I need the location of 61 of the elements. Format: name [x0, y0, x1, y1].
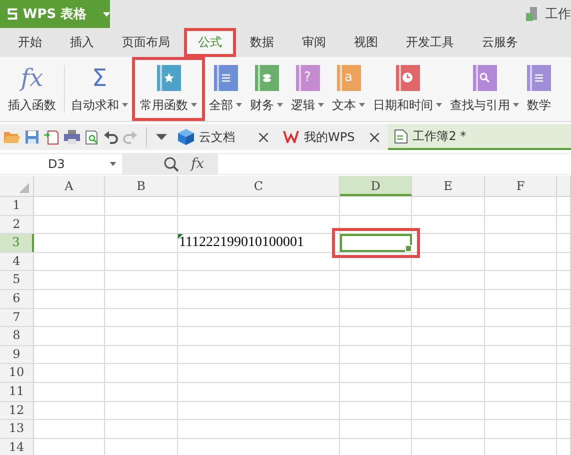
ribbon-tab[interactable]: 开发工具: [392, 28, 468, 57]
undo-icon[interactable]: [104, 130, 118, 144]
w-logo-icon: [283, 131, 299, 143]
ribbon-button[interactable]: a 文本: [328, 57, 369, 121]
book-icon: ?: [296, 64, 320, 90]
column-header[interactable]: B: [105, 176, 178, 196]
cube-icon: [178, 129, 194, 145]
ribbon-tab[interactable]: 页面布局: [108, 28, 184, 57]
ribbon-tab[interactable]: 云服务: [468, 28, 532, 57]
row-header[interactable]: 14: [0, 438, 34, 455]
name-box[interactable]: D3: [0, 154, 122, 174]
ribbon-button[interactable]: 全部: [205, 57, 246, 121]
app-name: WPS 表格: [22, 6, 87, 23]
selected-cell[interactable]: [340, 234, 412, 252]
ribbon-tab[interactable]: 数据: [236, 28, 288, 57]
ribbon-tab[interactable]: 开始: [4, 28, 56, 57]
row-header[interactable]: 7: [0, 308, 34, 326]
function-icon: Σ: [92, 64, 108, 90]
print-preview-icon[interactable]: [85, 130, 99, 144]
ribbon-button[interactable]: 数学: [523, 57, 555, 121]
search-icon[interactable]: [164, 156, 179, 172]
caret-icon: [102, 12, 110, 16]
row-header[interactable]: 6: [0, 290, 34, 308]
column-header[interactable]: A: [34, 176, 105, 196]
export-icon[interactable]: [44, 130, 59, 144]
ribbon-tab[interactable]: 审阅: [288, 28, 340, 57]
row-header[interactable]: 11: [0, 382, 34, 401]
document-tab[interactable]: 工作簿2 *: [388, 124, 571, 150]
row-header[interactable]: 4: [0, 252, 34, 270]
ribbon-button[interactable]: 财务: [246, 57, 287, 121]
print-icon[interactable]: [64, 130, 80, 144]
ribbon-button[interactable]: ? 逻辑: [287, 57, 328, 121]
ribbon-tab[interactable]: 公式: [184, 28, 236, 57]
row-header[interactable]: 13: [0, 420, 34, 438]
ribbon-button[interactable]: 常用函数: [132, 57, 205, 121]
book-icon: a: [336, 64, 360, 90]
document-icon: [394, 128, 408, 144]
row-header[interactable]: 5: [0, 271, 34, 289]
column-header[interactable]: F: [485, 176, 557, 196]
dropdown-caret-icon[interactable]: [156, 134, 167, 140]
function-icon: fx: [20, 64, 44, 90]
window-title: 工作: [545, 6, 571, 23]
row-header[interactable]: 2: [0, 216, 34, 234]
table-cell[interactable]: 111222199010100001: [178, 234, 340, 252]
ribbon-button[interactable]: fx 插入函数: [0, 57, 62, 121]
save-icon[interactable]: [25, 130, 39, 144]
ribbon-button[interactable]: Σ 自动求和: [67, 57, 132, 121]
row-header[interactable]: 12: [0, 402, 34, 420]
logo-icon: [6, 7, 19, 21]
ribbon-tab[interactable]: 插入: [56, 28, 108, 57]
ribbon-button[interactable]: 日期和时间: [369, 57, 446, 121]
ribbon-button[interactable]: 查找与引用: [446, 57, 523, 121]
row-header[interactable]: 8: [0, 327, 34, 345]
column-header[interactable]: E: [412, 176, 485, 196]
document-icon: [526, 6, 540, 22]
row-header[interactable]: 10: [0, 364, 34, 382]
row-header[interactable]: 9: [0, 346, 34, 364]
column-header[interactable]: D: [340, 176, 412, 196]
row-header[interactable]: 1: [0, 197, 34, 215]
ribbon-tab[interactable]: 视图: [340, 28, 392, 57]
function-button[interactable]: fx: [191, 156, 204, 172]
